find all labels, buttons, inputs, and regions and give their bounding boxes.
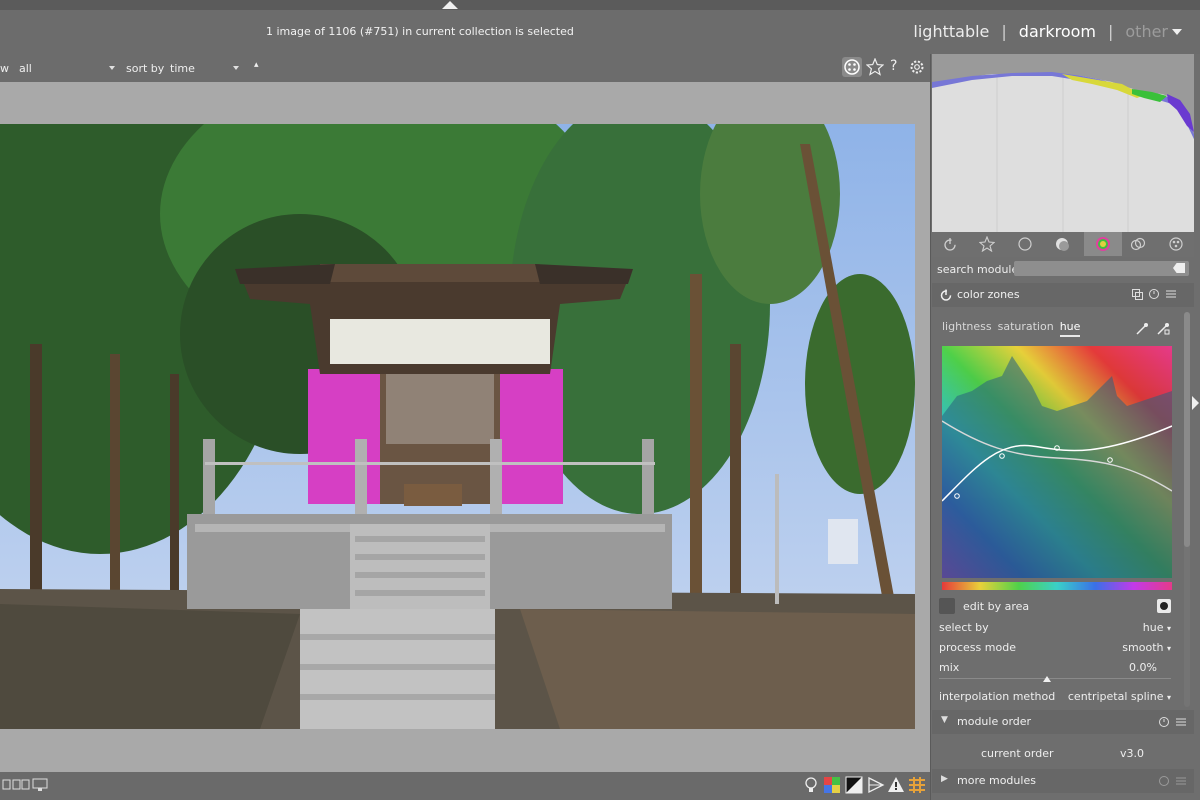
power-icon[interactable] [942,236,958,252]
current-order-label: current order [981,747,1054,760]
module-order-title: module order [957,715,1032,728]
mix-slider[interactable] [939,678,1171,682]
view-prefix: w [0,62,9,75]
view-switcher: lighttable | darkroom | other [913,22,1168,41]
effect-icon[interactable] [1168,236,1184,252]
mix-row[interactable]: mix 0.0% [939,661,1171,674]
view-darkroom[interactable]: darkroom [1019,22,1096,41]
hue-scale [942,582,1172,590]
scrollbar[interactable] [1184,312,1190,547]
process-mode-label: process mode [939,641,1016,654]
mix-slider-handle[interactable] [1043,676,1051,682]
select-by-label: select by [939,621,989,634]
interpolation-row[interactable]: interpolation method centripetal spline … [939,690,1171,703]
multi-instance-icon[interactable] [1132,289,1143,300]
star-icon[interactable] [866,58,884,76]
reset-icon[interactable] [1158,775,1170,787]
color-picker-icon[interactable] [1135,322,1149,336]
interpolation-value[interactable]: centripetal spline ▾ [1068,690,1171,703]
reset-icon[interactable] [1158,716,1170,728]
gear-icon[interactable] [908,58,926,76]
photo-preview[interactable] [0,124,915,729]
view-separator: | [1107,22,1114,41]
chevron-right-icon[interactable]: ▶ [941,774,948,784]
color-zones-graph[interactable] [942,346,1172,578]
edit-by-area-checkbox[interactable] [939,598,955,614]
search-label: search module [937,263,1019,276]
presets-menu-icon[interactable] [1175,716,1187,728]
presets-menu-icon[interactable] [1175,775,1187,787]
search-input[interactable] [1014,261,1189,276]
top-border[interactable] [0,0,1200,10]
help-icon[interactable]: ? [890,58,897,74]
color-icon[interactable] [1084,232,1122,256]
current-order-row: current order v3.0 [981,747,1144,760]
gamut-check-icon[interactable] [845,776,863,794]
sort-label: sort by [126,62,165,75]
select-by-value[interactable]: hue ▾ [1143,621,1171,634]
presets-menu-icon[interactable] [1165,288,1177,300]
color-zones-header[interactable]: color zones [932,283,1194,307]
warning-icon[interactable] [887,776,905,794]
focus-peaking-icon[interactable] [908,776,926,794]
top-panel-toggle-icon[interactable] [442,1,458,9]
display-grid-icon[interactable] [842,57,862,77]
view-lighttable[interactable]: lighttable [913,22,989,41]
process-mode-row[interactable]: process mode smooth ▾ [939,641,1171,654]
filmstrip-icon[interactable] [2,777,30,793]
more-modules-header[interactable]: ▶ more modules [932,769,1194,793]
mix-value: 0.0% [1129,661,1157,674]
filter-bar: w all sort by time ▴ ? [0,54,930,82]
view-other[interactable]: other [1125,22,1168,41]
bulb-icon[interactable] [803,776,819,794]
current-order-value: v3.0 [1119,747,1144,760]
selection-status: 1 image of 1106 (#751) in current collec… [266,25,574,38]
view-menu-icon[interactable] [1172,29,1182,35]
chevron-down-icon[interactable] [233,66,239,70]
right-panel-toggle-icon[interactable] [1192,396,1199,410]
filter-select[interactable]: all [19,62,32,75]
softproof-icon[interactable] [823,776,841,794]
reset-icon[interactable] [1148,288,1160,300]
chevron-down-icon[interactable] [109,66,115,70]
interpolation-label: interpolation method [939,690,1056,703]
circle-icon[interactable] [1017,236,1033,252]
color-zones-tabs: lightness saturation hue [942,320,1081,337]
star-icon[interactable] [979,236,995,252]
correct-icon[interactable] [1130,236,1146,252]
process-mode-value[interactable]: smooth ▾ [1122,641,1171,654]
histogram[interactable] [932,54,1194,232]
bottom-toolbar [0,772,930,800]
tab-hue[interactable]: hue [1059,320,1081,337]
second-window-icon[interactable] [32,777,48,793]
module-title: color zones [957,288,1020,301]
display-mask-icon[interactable] [1157,599,1171,613]
module-order-header[interactable]: ▼ module order [932,710,1194,734]
more-modules-title: more modules [957,774,1036,787]
sphere-icon[interactable] [1054,236,1070,252]
guides-icon[interactable] [867,776,885,794]
tab-saturation[interactable]: saturation [998,320,1054,337]
tab-lightness[interactable]: lightness [942,320,992,337]
mix-label: mix [939,661,960,674]
sort-select[interactable]: time [170,62,195,75]
module-group-tabs [932,232,1194,257]
color-picker-area-icon[interactable] [1156,322,1170,336]
sort-order-icon[interactable]: ▴ [254,60,259,70]
edit-by-area-label: edit by area [963,600,1030,613]
select-by-row[interactable]: select by hue ▾ [939,621,1171,634]
chevron-down-icon[interactable]: ▼ [941,715,948,725]
view-separator: | [1001,22,1007,41]
power-icon[interactable] [940,289,952,301]
